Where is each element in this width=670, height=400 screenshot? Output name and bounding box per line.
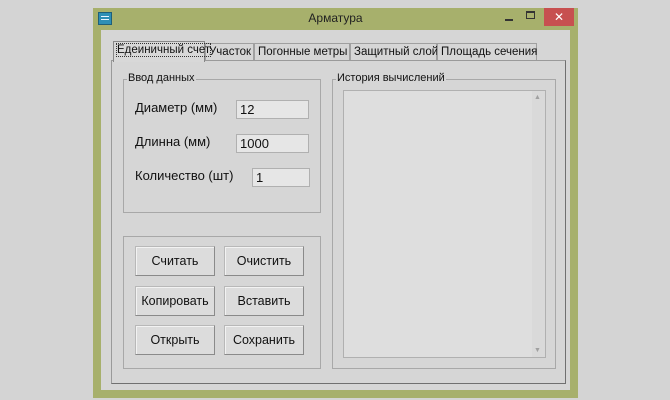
copy-button[interactable]: Копировать [135,286,215,316]
minimize-icon [505,19,513,21]
history-group-title: История вычислений [336,72,446,84]
tab-label: Едеиничный счет [115,43,212,57]
tab-unit-count[interactable]: Едеиничный счет [113,41,212,62]
history-textarea[interactable]: ▲ ▼ [343,90,546,358]
history-scrollbar[interactable]: ▲ ▼ [532,91,545,357]
calculate-button[interactable]: Считать [135,246,215,276]
tab-protective-layer[interactable]: Защитный слой [350,43,438,61]
tab-cross-section-area[interactable]: Площадь сечения [437,43,537,61]
maximize-icon [526,11,535,19]
input-group-title: Ввод данных [127,72,196,84]
save-button[interactable]: Сохранить [224,325,304,355]
length-input[interactable] [236,134,309,153]
minimize-button[interactable] [499,8,519,26]
maximize-button[interactable] [521,8,541,26]
open-button[interactable]: Открыть [135,325,215,355]
quantity-input[interactable] [252,168,310,187]
close-button[interactable]: ✕ [544,8,574,26]
scroll-up-icon[interactable]: ▲ [534,94,541,101]
tab-section[interactable]: Участок [205,43,254,61]
clear-button[interactable]: Очистить [224,246,304,276]
quantity-label: Количество (шт) [135,168,234,183]
diameter-input[interactable] [236,100,309,119]
scroll-down-icon[interactable]: ▼ [534,347,541,354]
diameter-label: Диаметр (мм) [135,100,218,115]
paste-button[interactable]: Вставить [224,286,304,316]
tab-running-meters[interactable]: Погонные метры [254,43,350,61]
length-label: Длинна (мм) [135,134,211,149]
title-bar[interactable]: Арматура ✕ [93,8,578,30]
